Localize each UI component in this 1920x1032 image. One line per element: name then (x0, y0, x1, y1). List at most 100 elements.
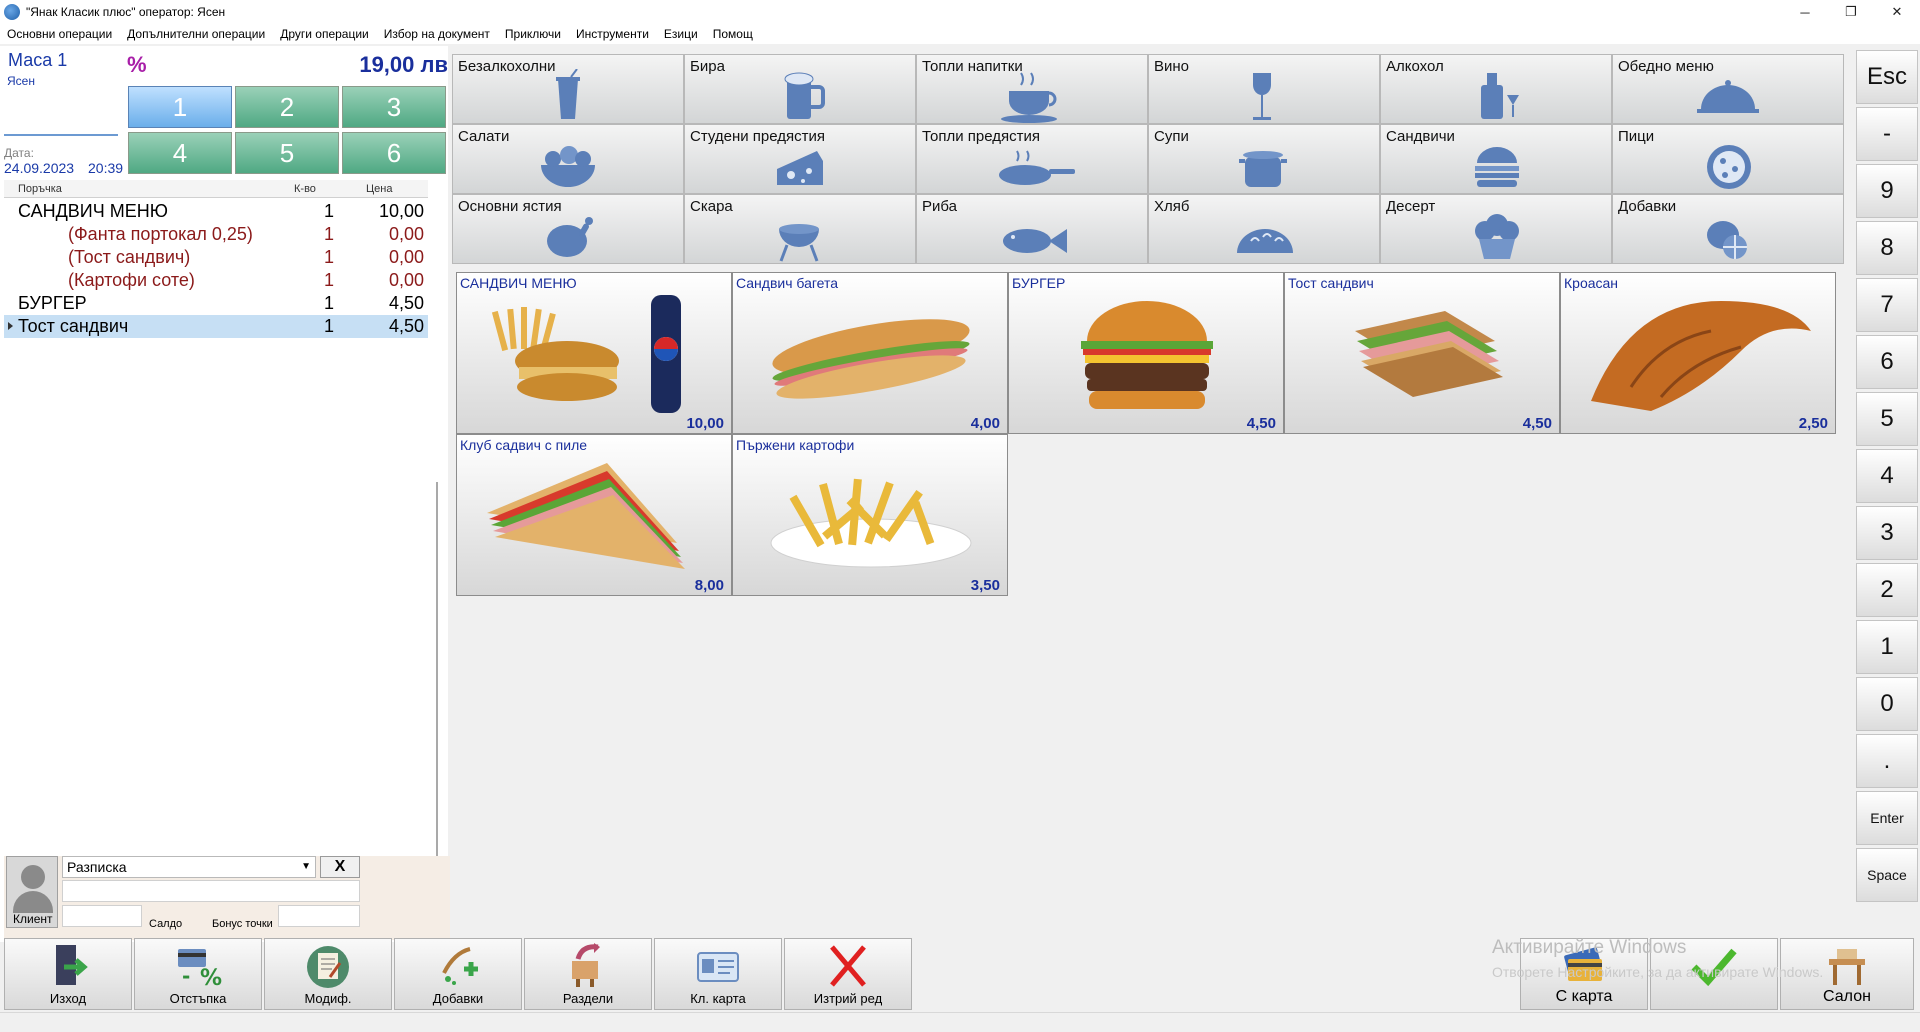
roast-chicken-icon (547, 217, 593, 257)
close-button[interactable]: ✕ (1874, 0, 1920, 24)
table-row-selected[interactable]: Тост сандвич 1 4,50 (4, 315, 428, 338)
menu-help[interactable]: Помощ (706, 27, 761, 41)
client-card-button[interactable]: Кл. карта (654, 938, 782, 1010)
client-bonus-field[interactable] (278, 905, 360, 927)
category-grill[interactable]: Скара (684, 194, 916, 264)
menu-tools[interactable]: Инструменти (569, 27, 657, 41)
exit-label: Изход (49, 991, 87, 1006)
key-3[interactable]: 3 (1856, 506, 1918, 560)
addons-button[interactable]: Добавки (394, 938, 522, 1010)
delete-row-button[interactable]: Изтрий ред (784, 938, 912, 1010)
keypad-5[interactable]: 5 (235, 132, 339, 174)
card-payment-label: С карта (1555, 988, 1613, 1005)
category-main-dishes[interactable]: Основни ястия (452, 194, 684, 264)
key-dot[interactable]: . (1856, 734, 1918, 788)
category-pizza[interactable]: Пици (1612, 124, 1844, 194)
client-label: Клиент (13, 912, 53, 926)
category-beer[interactable]: Бира (684, 54, 916, 124)
key-2[interactable]: 2 (1856, 563, 1918, 617)
key-5[interactable]: 5 (1856, 392, 1918, 446)
table-row[interactable]: БУРГЕР 1 4,50 (4, 292, 428, 315)
table-row[interactable]: САНДВИЧ МЕНЮ 1 10,00 (4, 200, 428, 223)
category-grid: Безалкохолни Бира Топли напитки Вино Алк… (452, 54, 1844, 264)
key-7[interactable]: 7 (1856, 278, 1918, 332)
keypad-3[interactable]: 3 (342, 86, 446, 128)
minimize-button[interactable]: ─ (1782, 0, 1828, 24)
product-french-fries[interactable]: Пържени картофи 3,50 (732, 434, 1008, 596)
modify-notes-icon (307, 946, 349, 988)
client-saldo-field[interactable] (62, 905, 142, 927)
key-esc[interactable]: Esc (1856, 50, 1918, 104)
discount-button[interactable]: % - Отстъпка (134, 938, 262, 1010)
client-avatar-button[interactable]: Клиент (6, 856, 58, 928)
category-sandwiches[interactable]: Сандвичи (1380, 124, 1612, 194)
combo-menu-image (491, 295, 681, 413)
menu-main-ops[interactable]: Основни операции (0, 27, 120, 41)
key-1[interactable]: 1 (1856, 620, 1918, 674)
product-baguette-sandwich[interactable]: Сандвич багета 4,00 (732, 272, 1008, 434)
keypad-6[interactable]: 6 (342, 132, 446, 174)
bread-icon (1237, 229, 1293, 253)
menu-languages[interactable]: Езици (657, 27, 706, 41)
category-lunch-menu[interactable]: Обедно меню (1612, 54, 1844, 124)
category-hot-starters[interactable]: Топли предястия (916, 124, 1148, 194)
row-price: 4,50 (388, 316, 424, 336)
maximize-button[interactable]: ❐ (1828, 0, 1874, 24)
category-salads[interactable]: Салати (452, 124, 684, 194)
product-sandwich-menu[interactable]: САНДВИЧ МЕНЮ 10,00 (456, 272, 732, 434)
client-name-field[interactable] (62, 880, 360, 902)
barcode-input[interactable] (4, 112, 118, 136)
category-soft-drinks[interactable]: Безалкохолни (452, 54, 684, 124)
keypad-1[interactable]: 1 (128, 86, 232, 128)
discount-label: Отстъпка (169, 991, 227, 1006)
keypad-2[interactable]: 2 (235, 86, 339, 128)
category-soups[interactable]: Супи (1148, 124, 1380, 194)
category-addons[interactable]: Добавки (1612, 194, 1844, 264)
category-alcohol[interactable]: Алкохол (1380, 54, 1612, 124)
table-row[interactable]: (Картофи соте) 1 0,00 (4, 269, 428, 292)
document-type-select[interactable]: Разписка ▼ (62, 856, 316, 878)
keypad-4[interactable]: 4 (128, 132, 232, 174)
id-card-icon (697, 952, 739, 982)
product-price: 8,00 (694, 577, 724, 594)
table-row[interactable]: (Тост сандвич) 1 0,00 (4, 246, 428, 269)
key-6[interactable]: 6 (1856, 335, 1918, 389)
category-label: Добавки (1618, 198, 1677, 215)
product-croissant[interactable]: Кроасан 2,50 (1560, 272, 1836, 434)
category-bread[interactable]: Хляб (1148, 194, 1380, 264)
modify-button[interactable]: Модиф. (264, 938, 392, 1010)
product-toast-sandwich[interactable]: Тост сандвич 4,50 (1284, 272, 1560, 434)
table-name: Маса 1 (8, 50, 68, 70)
category-dessert[interactable]: Десерт (1380, 194, 1612, 264)
clear-client-button[interactable]: X (320, 856, 360, 878)
category-label: Риба (922, 198, 957, 215)
menu-other-ops[interactable]: Други операции (273, 27, 377, 41)
category-hot-drinks[interactable]: Топли напитки (916, 54, 1148, 124)
category-wine[interactable]: Вино (1148, 54, 1380, 124)
table-row[interactable]: (Фанта портокал 0,25) 1 0,00 (4, 223, 428, 246)
menu-close[interactable]: Приключи (498, 27, 569, 41)
menu-document[interactable]: Избор на документ (377, 27, 498, 41)
category-fish[interactable]: Риба (916, 194, 1148, 264)
key-8[interactable]: 8 (1856, 221, 1918, 275)
club-sandwich-image (487, 463, 685, 569)
product-club-sandwich[interactable]: Клуб садвич с пиле 8,00 (456, 434, 732, 596)
key-space[interactable]: Space (1856, 848, 1918, 902)
product-burger[interactable]: БУРГЕР 4,50 (1008, 272, 1284, 434)
key-4[interactable]: 4 (1856, 449, 1918, 503)
category-cold-starters[interactable]: Студени предястия (684, 124, 916, 194)
key-enter[interactable]: Enter (1856, 791, 1918, 845)
modify-label: Модиф. (304, 991, 352, 1006)
product-price: 4,50 (1522, 415, 1552, 432)
key-minus[interactable]: - (1856, 107, 1918, 161)
menu-extra-ops[interactable]: Допълнителни операции (120, 27, 273, 41)
window-title: "Янак Класик плюс" оператор: Ясен (26, 5, 226, 19)
key-9[interactable]: 9 (1856, 164, 1918, 218)
operator-name: Ясен (7, 74, 35, 88)
french-fries-image (770, 478, 972, 568)
key-0[interactable]: 0 (1856, 677, 1918, 731)
percent-icon[interactable]: % (127, 52, 147, 78)
split-button[interactable]: Раздели (524, 938, 652, 1010)
exit-button[interactable]: Изход (4, 938, 132, 1010)
order-scrollbar[interactable] (436, 482, 438, 878)
